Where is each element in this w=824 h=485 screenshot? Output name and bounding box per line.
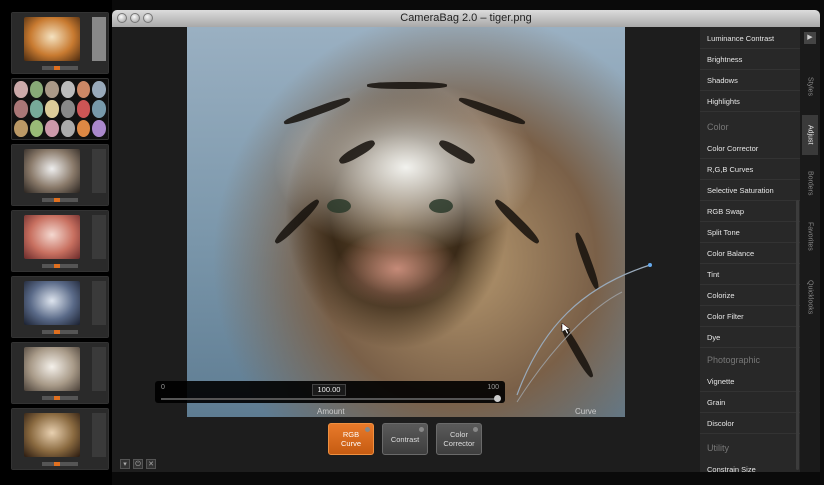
adjust-panel: Luminance Contrast Brightness Shadows Hi…	[700, 27, 800, 472]
style-thumbnail-7[interactable]	[11, 408, 109, 470]
adjust-item[interactable]: Brightness	[700, 50, 800, 70]
tab-styles[interactable]: Styles	[802, 67, 818, 107]
adjust-item[interactable]: Discolor	[700, 414, 800, 434]
collapse-arrow-icon[interactable]: ▶	[804, 32, 816, 44]
adjust-item[interactable]: Color Filter	[700, 307, 800, 327]
app-window: CameraBag 2.0 – tiger.png 0 100.00 100 A…	[112, 10, 820, 472]
adjust-item[interactable]: Vignette	[700, 372, 800, 392]
effect-label: RGB Curve	[340, 430, 361, 448]
style-thumbnail-4[interactable]	[11, 210, 109, 272]
side-tab-bar: ▶ Styles Adjust Borders Favorites Quickl…	[800, 27, 820, 472]
section-header-utility: Utility	[707, 443, 729, 453]
tab-adjust[interactable]: Adjust	[802, 115, 818, 155]
contrast-effect-button[interactable]: Contrast	[382, 423, 428, 455]
effect-label: Contrast	[390, 434, 420, 444]
style-thumbnail-5[interactable]	[11, 276, 109, 338]
adjust-item[interactable]: Selective Saturation	[700, 181, 800, 201]
amount-min: 0	[161, 384, 165, 391]
thumbnail-strip	[0, 0, 112, 485]
amount-max: 100	[487, 384, 499, 391]
adjust-item[interactable]: R,G,B Curves	[700, 160, 800, 180]
rgb-curve-effect-button[interactable]: RGB Curve	[328, 423, 374, 455]
adjust-item[interactable]: Luminance Contrast	[700, 29, 800, 49]
color-corrector-effect-button[interactable]: Color Corrector	[436, 423, 482, 455]
adjust-item[interactable]: Dye	[700, 328, 800, 348]
adjust-item[interactable]: Grain	[700, 393, 800, 413]
menu-arrow-icon[interactable]: ▾	[120, 459, 130, 469]
curve-label: Curve	[575, 407, 597, 416]
amount-slider-panel[interactable]: 0 100.00 100	[155, 381, 505, 403]
adjust-item[interactable]: Highlights	[700, 92, 800, 112]
adjust-item[interactable]: RGB Swap	[700, 202, 800, 222]
canvas-area: 0 100.00 100 Amount Curve RGB Curve Cont…	[112, 27, 700, 472]
effect-label: Color Corrector	[443, 430, 475, 448]
adjust-item[interactable]: Color Corrector	[700, 139, 800, 159]
adjust-item[interactable]: Colorize	[700, 286, 800, 306]
amount-slider-track[interactable]	[161, 398, 499, 400]
style-thumbnail-6[interactable]	[11, 342, 109, 404]
style-thumbnail-1[interactable]	[11, 12, 109, 74]
panel-scrollbar[interactable]	[796, 200, 799, 470]
adjust-item[interactable]: Tint	[700, 265, 800, 285]
remove-effect-icon[interactable]	[473, 427, 478, 432]
window-title: CameraBag 2.0 – tiger.png	[400, 12, 532, 24]
section-header-photographic: Photographic	[707, 355, 761, 365]
amount-label: Amount	[317, 407, 345, 416]
adjust-item[interactable]: Constrain Size	[700, 460, 800, 472]
power-icon[interactable]: ⏻	[133, 459, 143, 469]
adjust-item[interactable]: Split Tone	[700, 223, 800, 243]
style-thumbnail-2[interactable]	[11, 78, 109, 140]
amount-slider-knob[interactable]	[494, 395, 501, 402]
remove-effect-icon[interactable]	[365, 427, 370, 432]
tab-borders[interactable]: Borders	[802, 163, 818, 203]
adjust-item[interactable]: Color Balance	[700, 244, 800, 264]
remove-effect-icon[interactable]	[419, 427, 424, 432]
tab-quicklooks[interactable]: Quicklooks	[802, 269, 818, 325]
mouse-cursor-icon	[561, 322, 571, 335]
tab-favorites[interactable]: Favorites	[802, 211, 818, 261]
clear-icon[interactable]: ✕	[146, 459, 156, 469]
title-bar: CameraBag 2.0 – tiger.png	[112, 10, 820, 28]
rgb-curve-overlay[interactable]	[112, 27, 700, 427]
style-thumbnail-3[interactable]	[11, 144, 109, 206]
section-header-color: Color	[707, 122, 729, 132]
amount-value-field[interactable]: 100.00	[312, 384, 346, 396]
curve-point-top[interactable]	[648, 263, 652, 267]
adjust-item[interactable]: Shadows	[700, 71, 800, 91]
